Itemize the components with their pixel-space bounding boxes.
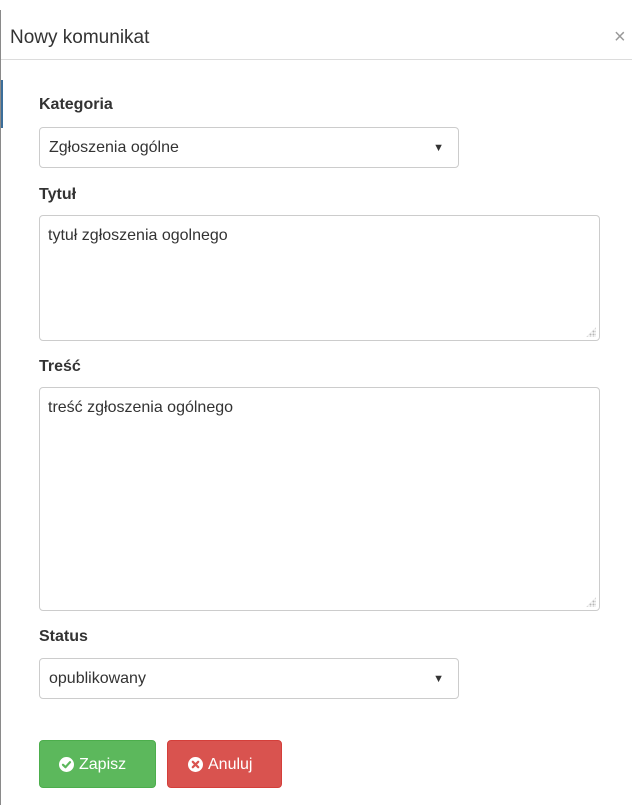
title-label: Tytuł (39, 186, 77, 203)
category-selected-value: Zgłoszenia ogólne (49, 139, 179, 156)
status-label: Status (39, 628, 88, 645)
content-textarea-value: treść zgłoszenia ogólnego (48, 399, 234, 416)
resize-handle-icon[interactable] (586, 327, 596, 337)
check-circle-icon (59, 757, 74, 772)
dialog-header: Nowy komunikat × (1, 10, 632, 60)
title-textarea[interactable]: tytuł zgłoszenia ogolnego (39, 215, 600, 341)
cancel-button-label: Anuluj (208, 756, 253, 773)
dialog-title: Nowy komunikat (10, 27, 150, 48)
content-label: Treść (39, 358, 81, 375)
status-select[interactable]: opublikowany ▼ (39, 658, 459, 699)
chevron-down-icon: ▼ (433, 673, 444, 685)
times-circle-icon (188, 757, 203, 772)
content-textarea[interactable]: treść zgłoszenia ogólnego (39, 387, 600, 611)
save-button[interactable]: Zapisz (39, 740, 156, 788)
cancel-button[interactable]: Anuluj (167, 740, 282, 788)
resize-handle-icon[interactable] (586, 597, 596, 607)
close-icon[interactable]: × (614, 25, 626, 49)
title-textarea-value: tytuł zgłoszenia ogolnego (48, 227, 228, 244)
status-selected-value: opublikowany (49, 670, 146, 687)
category-label: Kategoria (39, 96, 113, 113)
save-button-label: Zapisz (79, 756, 127, 773)
new-message-dialog: Nowy komunikat × Kategoria Zgłoszenia og… (0, 10, 632, 805)
left-accent (1, 80, 3, 128)
chevron-down-icon: ▼ (433, 142, 444, 154)
category-select[interactable]: Zgłoszenia ogólne ▼ (39, 127, 459, 168)
